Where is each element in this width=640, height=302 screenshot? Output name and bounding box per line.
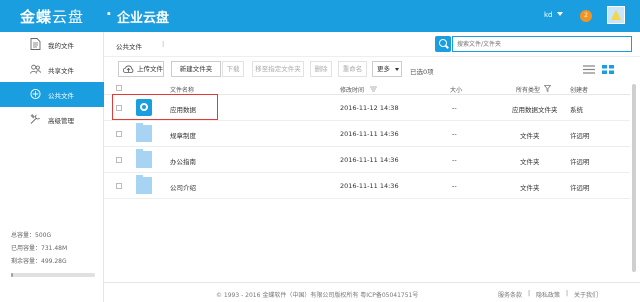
footer-divider: | [566, 290, 569, 297]
file-owner: 许远明 [570, 132, 590, 140]
document-icon [30, 38, 41, 50]
quota-progress-bar [11, 273, 95, 277]
chevron-down-icon[interactable] [557, 12, 563, 16]
file-name[interactable]: 规章制度 [170, 130, 196, 140]
row-checkbox[interactable] [116, 157, 122, 163]
sidebar-item-public-files[interactable]: 公共文件 [0, 82, 104, 107]
filter-icon[interactable] [544, 85, 551, 92]
column-header-owner[interactable]: 创建者 [570, 85, 588, 94]
quota-free: 剩余容量：499.28G [11, 258, 67, 265]
folder-icon [136, 149, 152, 168]
highlight-box [112, 94, 218, 120]
file-modified: 2016-11-11 14:36 [340, 156, 399, 164]
sort-icon[interactable] [370, 86, 377, 92]
rename-button[interactable]: 重命名 [338, 61, 367, 77]
file-name[interactable]: 办公指南 [170, 156, 196, 166]
new-folder-button[interactable]: 新建文件夹 [171, 61, 221, 77]
quota-used: 已用容量：731.48M [11, 245, 68, 252]
brand-product: 云盘 [52, 8, 85, 26]
file-type: 应用数据文件夹 [512, 106, 558, 114]
upload-icon [123, 65, 134, 73]
grid-view-icon[interactable] [602, 65, 614, 74]
terms-link[interactable]: 服务条款 [498, 290, 522, 299]
footer: © 1993 - 2016 金蝶软件（中国）有限公司版权所有 粤ICP备0504… [104, 282, 640, 302]
product-title: 企业云盘 [117, 11, 170, 26]
notification-badge[interactable]: 2 [580, 10, 592, 22]
more-label: 更多 [377, 65, 390, 73]
file-modified: 2016-11-11 14:36 [340, 130, 399, 138]
avatar[interactable] [607, 6, 625, 24]
sidebar-item-my-files[interactable]: 我的文件 [0, 32, 104, 57]
row-checkbox[interactable] [116, 183, 122, 189]
file-name[interactable]: 公司介绍 [170, 182, 196, 192]
public-icon [30, 88, 41, 100]
column-header-size[interactable]: 大小 [450, 85, 462, 94]
file-owner: 许远明 [570, 184, 590, 192]
search-input[interactable] [452, 36, 632, 52]
more-button[interactable]: 更多 [372, 61, 402, 77]
breadcrumb-current[interactable]: 公共文件 [116, 41, 142, 51]
column-header-modified[interactable]: 修改时间 [340, 85, 364, 94]
quota-progress-fill [11, 273, 13, 277]
file-size: -- [452, 130, 457, 138]
sidebar-item-advanced-management[interactable]: 高级管理 [0, 107, 104, 132]
user-menu[interactable]: kd [544, 11, 553, 19]
file-size: -- [452, 104, 457, 112]
row-checkbox[interactable] [116, 131, 122, 137]
quota-total: 总容量：500G [11, 232, 52, 239]
download-button[interactable]: 下载 [222, 61, 244, 77]
scrollbar[interactable] [630, 80, 638, 280]
selection-count: 已选0项 [410, 68, 434, 76]
move-button[interactable]: 移至指定文件夹 [252, 61, 304, 77]
about-link[interactable]: 关于我们 [574, 290, 598, 299]
list-view-icon[interactable] [583, 65, 595, 74]
file-type: 文件夹 [520, 158, 540, 166]
column-header-type[interactable]: 所有类型 [516, 85, 540, 94]
file-modified: 2016-11-11 14:36 [340, 182, 399, 190]
sidebar: 我的文件 共享文件 公共文件 高级管理 总容量：500G 已用容量：731.48… [0, 32, 104, 302]
upload-button[interactable]: 上传文件 [118, 61, 164, 77]
sidebar-item-label: 高级管理 [48, 117, 74, 125]
brand-logo[interactable]: 金蝶云盘 [20, 6, 84, 27]
file-owner: 许远明 [570, 158, 590, 166]
top-header: 金蝶云盘 · 企业云盘 kd 2 [0, 0, 640, 32]
chevron-down-icon [395, 68, 399, 71]
users-icon [30, 64, 41, 74]
folder-icon [136, 175, 152, 194]
sidebar-item-label: 共享文件 [48, 67, 74, 75]
brand-separator: · [106, 5, 112, 23]
file-owner: 系统 [570, 106, 583, 114]
search-icon[interactable] [435, 36, 451, 52]
sidebar-item-label: 公共文件 [48, 92, 74, 100]
file-size: -- [452, 156, 457, 164]
table-row[interactable]: 办公指南 2016-11-11 14:36 -- 文件夹 许远明 [104, 147, 630, 173]
scrollbar-thumb[interactable] [632, 84, 636, 272]
table-row[interactable]: 公司介绍 2016-11-11 14:36 -- 文件夹 许远明 [104, 173, 630, 199]
sidebar-item-label: 我的文件 [48, 42, 74, 50]
footer-divider: | [528, 290, 531, 297]
file-type: 文件夹 [520, 184, 540, 192]
tools-icon [30, 114, 40, 124]
folder-icon [136, 123, 152, 142]
breadcrumb-divider: | [162, 40, 165, 48]
select-all-checkbox[interactable] [116, 85, 122, 91]
file-size: -- [452, 182, 457, 190]
delete-button[interactable]: 删除 [310, 61, 332, 77]
table-row[interactable]: 规章制度 2016-11-11 14:36 -- 文件夹 许远明 [104, 121, 630, 147]
copyright-text: © 1993 - 2016 金蝶软件（中国）有限公司版权所有 粤ICP备0504… [216, 292, 419, 299]
sidebar-item-shared-files[interactable]: 共享文件 [0, 57, 104, 82]
upload-label: 上传文件 [137, 65, 163, 73]
file-modified: 2016-11-12 14:38 [340, 104, 399, 112]
brand-name: 金蝶 [20, 8, 53, 26]
column-header-name[interactable]: 文件名称 [170, 85, 194, 94]
file-type: 文件夹 [520, 132, 540, 140]
privacy-link[interactable]: 隐私政策 [536, 290, 560, 299]
